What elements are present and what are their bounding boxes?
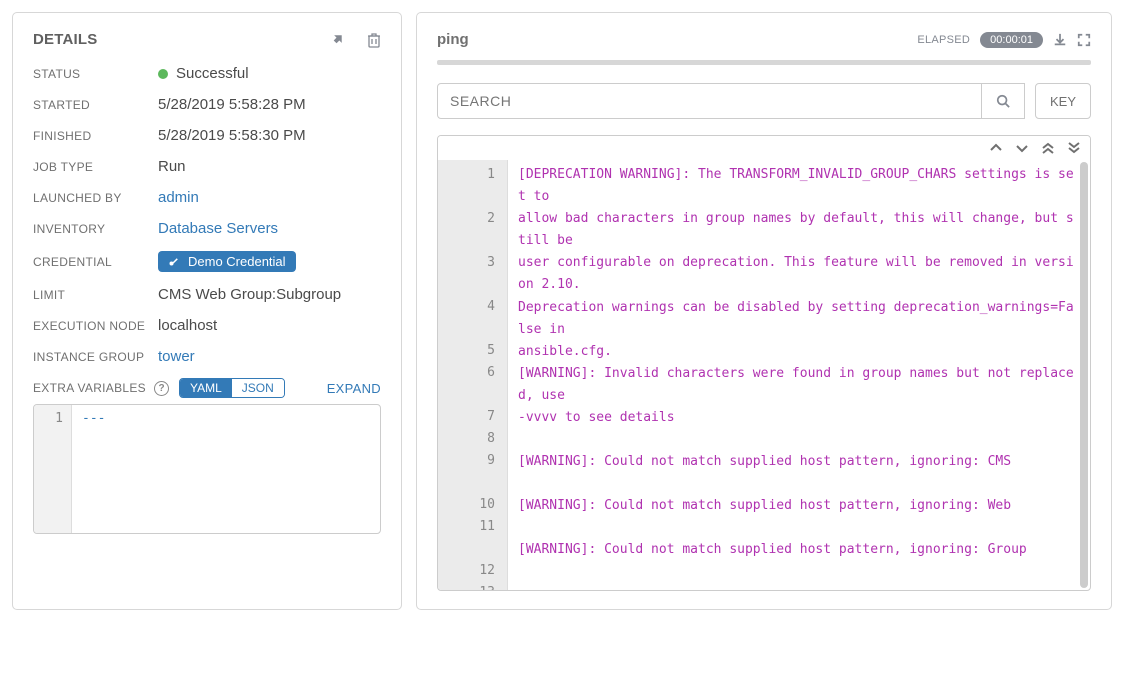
launchedby-label: LAUNCHED BY bbox=[33, 191, 158, 205]
line-number: 6 bbox=[438, 362, 495, 406]
output-line: -vvvv to see details bbox=[518, 407, 1076, 429]
output-line: [WARNING]: Invalid characters were found… bbox=[518, 363, 1076, 407]
status-label: STATUS bbox=[33, 67, 158, 81]
output-line bbox=[518, 473, 1076, 495]
execnode-value: localhost bbox=[158, 317, 217, 334]
inventory-label: INVENTORY bbox=[33, 222, 158, 236]
output-line bbox=[518, 517, 1076, 539]
started-label: STARTED bbox=[33, 98, 158, 112]
extra-vars-editor[interactable]: 1 --- bbox=[33, 404, 381, 534]
details-panel: DETAILS STATUS Successful STARTED 5/28/2… bbox=[12, 12, 402, 610]
format-toggle: YAML JSON bbox=[179, 378, 285, 398]
output-line: [WARNING]: Could not match supplied host… bbox=[518, 451, 1076, 473]
elapsed-label: ELAPSED bbox=[917, 34, 970, 46]
line-number: 2 bbox=[438, 208, 495, 252]
elapsed-value: 00:00:01 bbox=[980, 32, 1043, 48]
output-line: Deprecation warnings can be disabled by … bbox=[518, 297, 1076, 341]
jobtype-value: Run bbox=[158, 158, 186, 175]
up-icon[interactable] bbox=[990, 142, 1002, 154]
inventory-link[interactable]: Database Servers bbox=[158, 220, 278, 237]
line-number: 13 bbox=[438, 582, 495, 590]
search-input[interactable] bbox=[437, 83, 982, 119]
output-line bbox=[518, 429, 1076, 451]
line-number: 9 bbox=[438, 450, 495, 494]
credential-badge[interactable]: Demo Credential bbox=[158, 251, 296, 272]
credential-label: CREDENTIAL bbox=[33, 255, 158, 269]
output-line: [WARNING]: Could not match supplied host… bbox=[518, 495, 1076, 517]
details-title: DETAILS bbox=[33, 31, 97, 48]
line-number: 1 bbox=[438, 164, 495, 208]
bottom-icon[interactable] bbox=[1068, 142, 1080, 154]
jobtype-label: JOB TYPE bbox=[33, 160, 158, 174]
output-gutter: 12345678910111213 bbox=[438, 160, 508, 590]
output-line: [WARNING]: Could not match supplied host… bbox=[518, 539, 1076, 561]
started-value: 5/28/2019 5:58:28 PM bbox=[158, 96, 306, 113]
output-content: [DEPRECATION WARNING]: The TRANSFORM_INV… bbox=[508, 160, 1090, 590]
output-box: 12345678910111213[DEPRECATION WARNING]: … bbox=[437, 135, 1091, 591]
line-number: 12 bbox=[438, 560, 495, 582]
credential-text: Demo Credential bbox=[188, 254, 286, 269]
limit-label: LIMIT bbox=[33, 288, 158, 302]
toggle-json[interactable]: JSON bbox=[232, 379, 284, 397]
key-button[interactable]: KEY bbox=[1035, 83, 1091, 119]
delete-icon[interactable] bbox=[367, 32, 381, 48]
key-icon bbox=[168, 256, 180, 268]
output-line: user configurable on deprecation. This f… bbox=[518, 252, 1076, 296]
job-name: ping bbox=[437, 31, 469, 48]
instancegroup-link[interactable]: tower bbox=[158, 348, 195, 365]
limit-value: CMS Web Group:Subgroup bbox=[158, 286, 341, 303]
search-button[interactable] bbox=[982, 83, 1025, 119]
output-panel: ping ELAPSED 00:00:01 KEY bbox=[416, 12, 1112, 610]
output-line: allow bad characters in group names by d… bbox=[518, 208, 1076, 252]
line-number: 3 bbox=[438, 252, 495, 296]
top-icon[interactable] bbox=[1042, 142, 1054, 154]
help-icon[interactable]: ? bbox=[154, 381, 169, 396]
execnode-label: EXECUTION NODE bbox=[33, 319, 158, 333]
status-value: Successful bbox=[158, 65, 249, 82]
toggle-yaml[interactable]: YAML bbox=[180, 379, 232, 397]
line-number: 8 bbox=[438, 428, 495, 450]
output-area[interactable]: 12345678910111213[DEPRECATION WARNING]: … bbox=[438, 160, 1090, 590]
code-line-number: 1 bbox=[55, 411, 63, 426]
expand-button[interactable]: EXPAND bbox=[327, 381, 381, 396]
status-text: Successful bbox=[176, 65, 249, 82]
expand-icon[interactable] bbox=[1077, 33, 1091, 47]
line-number: 5 bbox=[438, 340, 495, 362]
finished-label: FINISHED bbox=[33, 129, 158, 143]
code-content: --- bbox=[72, 405, 115, 533]
line-number: 7 bbox=[438, 406, 495, 428]
output-line: ansible.cfg. bbox=[518, 341, 1076, 363]
code-gutter: 1 bbox=[34, 405, 72, 533]
finished-value: 5/28/2019 5:58:30 PM bbox=[158, 127, 306, 144]
line-number: 10 bbox=[438, 494, 495, 516]
down-icon[interactable] bbox=[1016, 142, 1028, 154]
output-line: [DEPRECATION WARNING]: The TRANSFORM_INV… bbox=[518, 164, 1076, 208]
launchedby-link[interactable]: admin bbox=[158, 189, 199, 206]
line-number: 11 bbox=[438, 516, 495, 560]
status-dot-icon bbox=[158, 69, 168, 79]
scrollbar[interactable] bbox=[1080, 162, 1088, 588]
download-icon[interactable] bbox=[1053, 33, 1067, 47]
line-number: 4 bbox=[438, 296, 495, 340]
extravars-label: EXTRA VARIABLES bbox=[33, 381, 146, 395]
instancegroup-label: INSTANCE GROUP bbox=[33, 350, 158, 364]
progress-bar bbox=[437, 60, 1091, 65]
relaunch-icon[interactable] bbox=[329, 32, 345, 48]
